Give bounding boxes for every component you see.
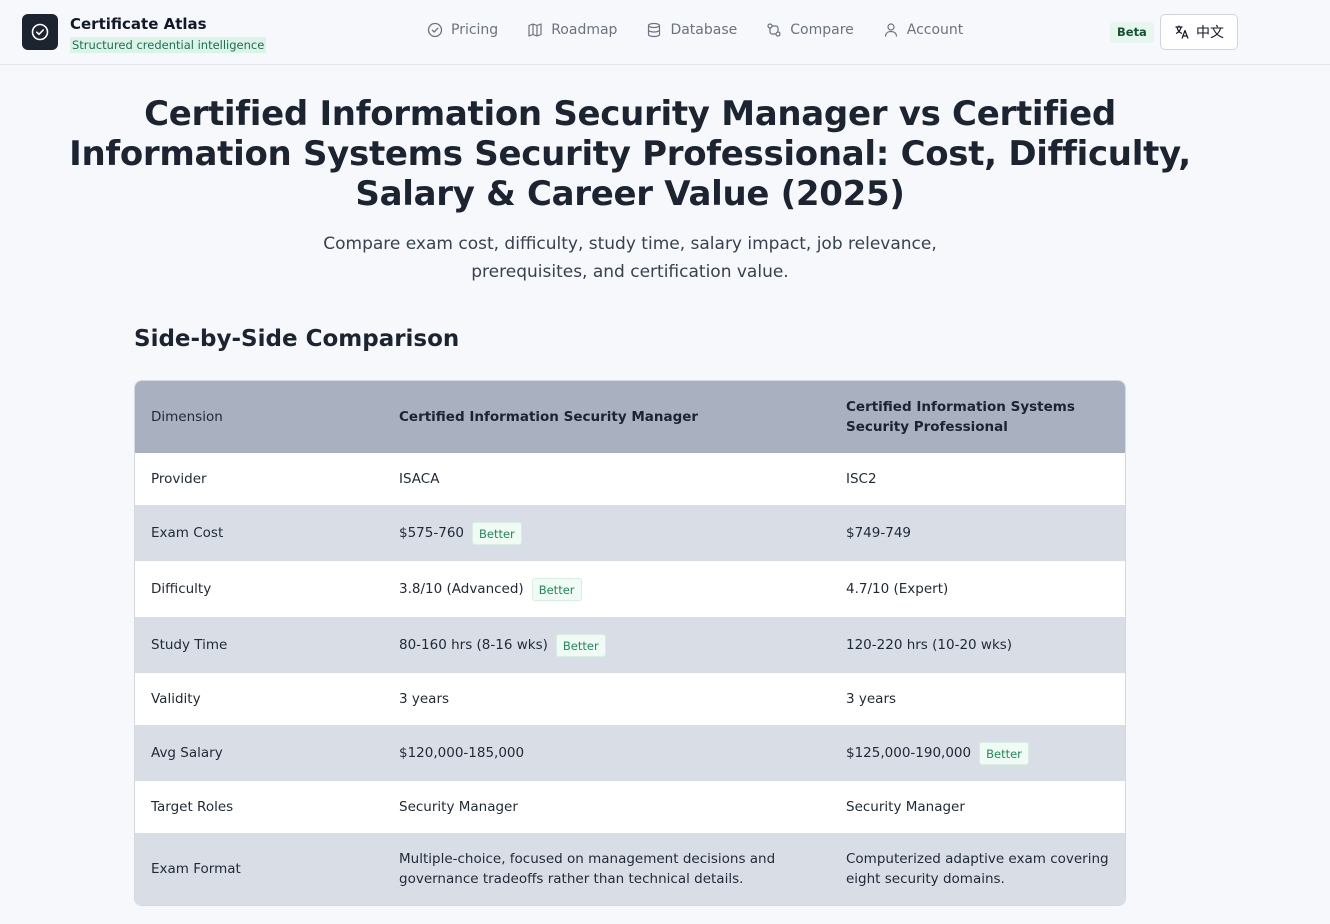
header-cert-a: Certified Information Security Manager (399, 409, 699, 425)
nav-compare[interactable]: Compare (766, 22, 854, 38)
cell-cert-b: $125,000-190,000 Better (846, 725, 1116, 781)
main-nav: Pricing Roadmap Database Compare Account (427, 22, 992, 38)
cell-cert-a-text: $575-760 (399, 525, 464, 541)
cell-cert-b: 120-220 hrs (10-20 wks) (846, 617, 1116, 673)
cell-cert-b-text: 120-220 hrs (10-20 wks) (846, 637, 1013, 653)
nav-roadmap[interactable]: Roadmap (527, 22, 617, 38)
compare-icon (767, 23, 781, 37)
cell-dimension-text: Validity (151, 691, 201, 707)
cell-cert-b-text: ISC2 (846, 471, 877, 487)
cell-cert-b: ISC2 (846, 453, 1116, 505)
cell-cert-b-text: $749-749 (846, 525, 911, 541)
cell-cert-b-text: 3 years (846, 691, 897, 707)
nav-pricing-label: Pricing (451, 22, 499, 38)
cell-cert-a: 3 years (399, 673, 819, 725)
cell-cert-a-text: 3 years (399, 691, 450, 707)
cell-cert-a-text: ISACA (399, 471, 440, 487)
cell-dimension: Exam Cost (151, 505, 381, 561)
better-badge: Better (531, 577, 582, 601)
section-title: Side-by-Side Comparison (134, 326, 460, 352)
top-nav-bar: Certificate Atlas Structured credential … (0, 0, 1330, 65)
brand-name: Certificate Atlas (70, 15, 207, 33)
user-icon (884, 23, 897, 37)
cell-cert-a: $120,000-185,000 (399, 725, 819, 781)
cell-dimension: Validity (151, 673, 381, 725)
cell-dimension-text: Provider (151, 471, 207, 487)
table-row: Avg Salary $120,000-185,000 $125,000-190,0… (135, 725, 1125, 781)
table-row: Provider ISACA ISC2 (135, 453, 1125, 505)
cell-dimension-text: Avg Salary (151, 745, 223, 761)
table-header-row: Dimension Certified Information Security… (135, 381, 1125, 453)
table-row: Difficulty 3.8/10 (Advanced) Better 4.7/10 … (135, 561, 1125, 617)
cell-dimension-text: Exam Format (151, 861, 241, 877)
better-badge: Better (979, 741, 1029, 765)
cell-cert-b: Computerized adaptive exam covering eigh… (846, 833, 1116, 905)
cell-dimension: Exam Format (151, 833, 381, 905)
cell-cert-a: $575-760 Better (399, 505, 819, 561)
nav-roadmap-label: Roadmap (551, 22, 618, 38)
brand-tagline: Structured credential intelligence (70, 37, 267, 53)
cell-cert-a: Security Manager (399, 781, 819, 833)
table-row: Exam Format Multiple-choice, focused on m… (135, 833, 1125, 905)
better-badge: Better (555, 633, 606, 657)
cell-cert-b: 4.7/10 (Expert) (846, 561, 1116, 617)
header-dimension: Dimension (151, 409, 223, 425)
better-badge: Better (472, 521, 522, 545)
brand[interactable]: Certificate Atlas Structured credential … (22, 14, 267, 53)
translate-icon (1175, 25, 1189, 39)
cell-dimension: Provider (151, 453, 381, 505)
cell-dimension-text: Study Time (151, 637, 228, 653)
table-row: Exam Cost $575-760 Better $749-749 (135, 505, 1125, 561)
table-row: Validity 3 years 3 years (135, 673, 1125, 725)
nav-account[interactable]: Account (883, 22, 964, 38)
cell-cert-b: Security Manager (846, 781, 1116, 833)
cell-dimension-text: Target Roles (151, 799, 234, 815)
cell-cert-a: Multiple-choice, focused on management d… (399, 833, 819, 905)
cell-dimension: Target Roles (151, 781, 381, 833)
table-row: Study Time 80-160 hrs (8-16 wks) Better 120… (135, 617, 1125, 673)
cell-cert-a: 80-160 hrs (8-16 wks) Better (399, 617, 819, 673)
cell-cert-b: $749-749 (846, 505, 1116, 561)
beta-badge: Beta (1110, 22, 1154, 43)
cell-dimension: Avg Salary (151, 725, 381, 781)
nav-account-label: Account (906, 22, 964, 38)
page-title: Certified Information Security Manager v… (69, 94, 1191, 214)
cell-cert-a-text: Multiple-choice, focused on management d… (399, 851, 776, 887)
cell-cert-a-text: 3.8/10 (Advanced) (399, 581, 524, 597)
cell-cert-a-text: 80-160 hrs (8-16 wks) (399, 637, 548, 653)
cell-cert-b-text: Security Manager (846, 799, 965, 815)
cell-dimension-text: Exam Cost (151, 525, 224, 541)
nav-database-label: Database (670, 22, 738, 38)
nav-compare-label: Compare (790, 22, 854, 38)
nav-database[interactable]: Database (646, 22, 737, 38)
header-cert-b: Certified Information Systems Security P… (846, 381, 1116, 453)
comparison-table: Dimension Certified Information Security… (134, 380, 1126, 906)
cell-dimension: Study Time (151, 617, 381, 673)
database-icon (648, 22, 661, 38)
cell-cert-b-text: 4.7/10 (Expert) (846, 581, 949, 597)
cell-cert-a: 3.8/10 (Advanced) Better (399, 561, 819, 617)
cell-cert-a-text: $120,000-185,000 (399, 745, 525, 761)
cell-cert-a: ISACA (399, 453, 819, 505)
check-circle-icon (427, 22, 443, 38)
cell-cert-b-text: Computerized adaptive exam covering eigh… (846, 851, 1109, 887)
language-toggle-button[interactable]: 中文 (1160, 14, 1238, 50)
table-row: Target Roles Security Manager Security Man… (135, 781, 1125, 833)
header-cert-b-label: Certified Information Systems Security P… (846, 399, 1075, 435)
cell-cert-b-text: $125,000-190,000 (846, 745, 972, 761)
page-subtitle: Compare exam cost, difficulty, study tim… (323, 234, 937, 282)
cell-dimension: Difficulty (151, 561, 381, 617)
language-label: 中文 (1196, 25, 1224, 41)
cell-cert-a-text: Security Manager (399, 799, 518, 815)
cell-cert-b: 3 years (846, 673, 1116, 725)
map-icon (528, 23, 542, 37)
cell-dimension-text: Difficulty (151, 581, 212, 597)
nav-pricing[interactable]: Pricing (427, 22, 498, 38)
logo-badge-icon (22, 14, 58, 50)
